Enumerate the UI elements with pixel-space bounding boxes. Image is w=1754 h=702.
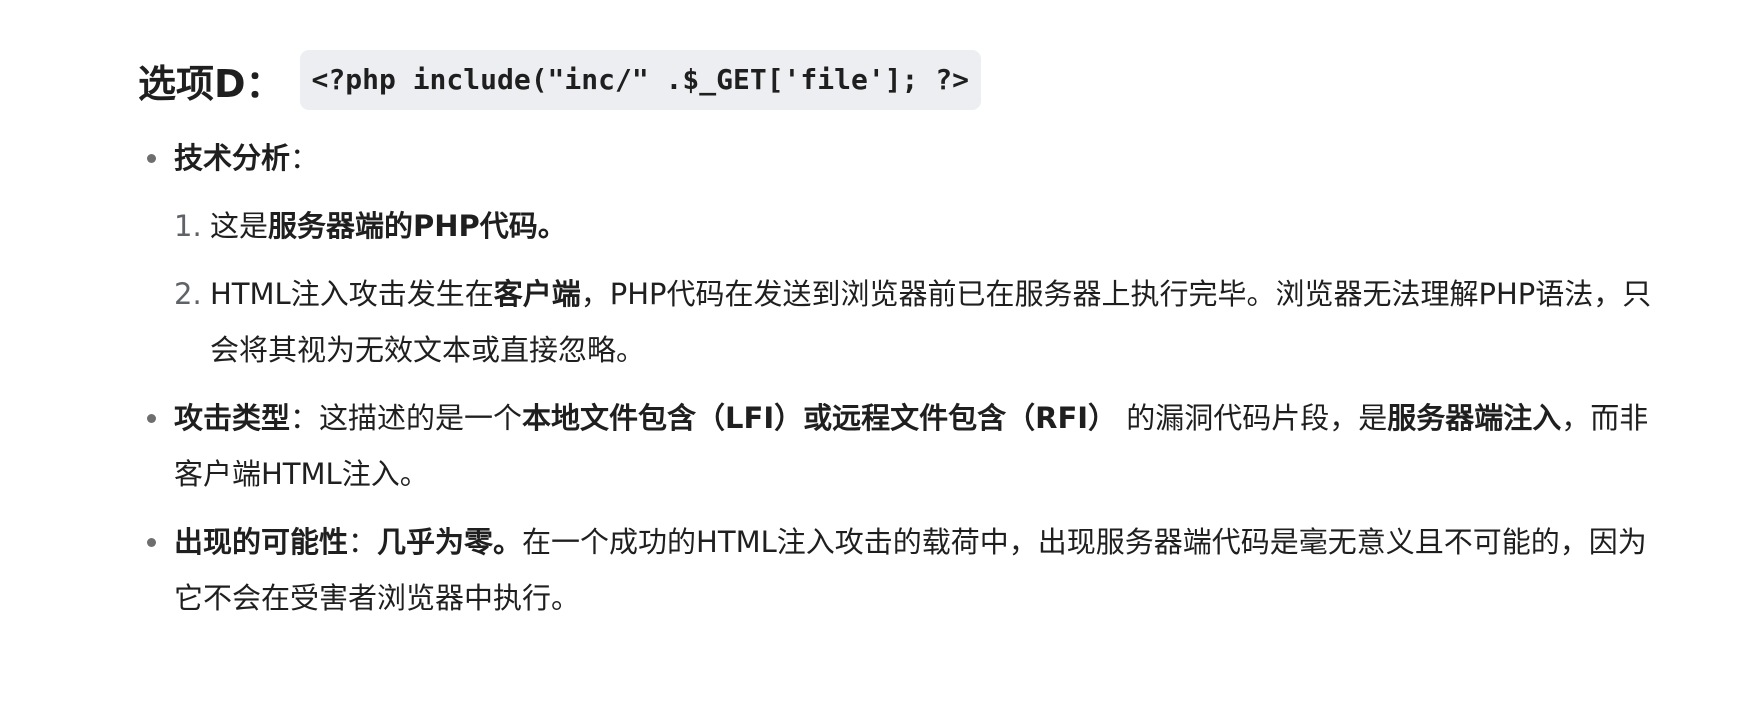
numbered-item-1: 1. 这是服务器端的PHP代码。 — [174, 198, 1668, 254]
bullet-likelihood: 出现的可能性：几乎为零。在一个成功的HTML注入攻击的载荷中，出现服务器端代码是… — [138, 514, 1668, 626]
inline-code-snippet: <?php include("inc/" .$_GET['file']; ?> — [299, 50, 981, 110]
option-heading: 选项D： <?php include("inc/" .$_GET['file']… — [138, 50, 1668, 110]
bullet-colon: ： — [348, 525, 378, 559]
document-body: 选项D： <?php include("inc/" .$_GET['file']… — [138, 50, 1668, 638]
item-text: 这是 — [210, 209, 269, 243]
numbered-item-2: 2. HTML注入攻击发生在客户端，PHP代码在发送到浏览器前已在服务器上执行完… — [174, 266, 1668, 378]
list-number: 1. — [174, 209, 202, 243]
list-number: 2. — [174, 277, 202, 311]
bullet-label: 出现的可能性 — [174, 525, 349, 559]
bullet-label: 攻击类型 — [174, 401, 291, 435]
bullet-bold-text: 服务器端注入 — [1387, 401, 1562, 435]
bullet-label: 技术分析 — [174, 141, 291, 175]
bullet-text: 这描述的是一个 — [319, 401, 523, 435]
analysis-list: 技术分析： 1. 这是服务器端的PHP代码。 2. HTML注入攻击发生在客户端… — [138, 130, 1668, 626]
bullet-technical-analysis: 技术分析： 1. 这是服务器端的PHP代码。 2. HTML注入攻击发生在客户端… — [138, 130, 1668, 378]
bullet-bold-text: 本地文件包含（LFI）或远程文件包含（RFI） — [522, 401, 1118, 435]
bullet-colon: ： — [290, 141, 320, 175]
bullet-bold-text: 几乎为零。 — [377, 525, 523, 559]
bullet-colon: ： — [290, 401, 320, 435]
bullet-text: 的漏洞代码片段，是 — [1117, 401, 1388, 435]
item-text: HTML注入攻击发生在 — [210, 277, 494, 311]
technical-analysis-list: 1. 这是服务器端的PHP代码。 2. HTML注入攻击发生在客户端，PHP代码… — [174, 198, 1668, 378]
option-label: 选项D： — [138, 61, 284, 106]
bullet-attack-type: 攻击类型：这描述的是一个本地文件包含（LFI）或远程文件包含（RFI） 的漏洞代… — [138, 390, 1668, 502]
item-bold-text: 服务器端的PHP代码。 — [268, 209, 567, 243]
item-bold-text: 客户端 — [493, 277, 581, 311]
